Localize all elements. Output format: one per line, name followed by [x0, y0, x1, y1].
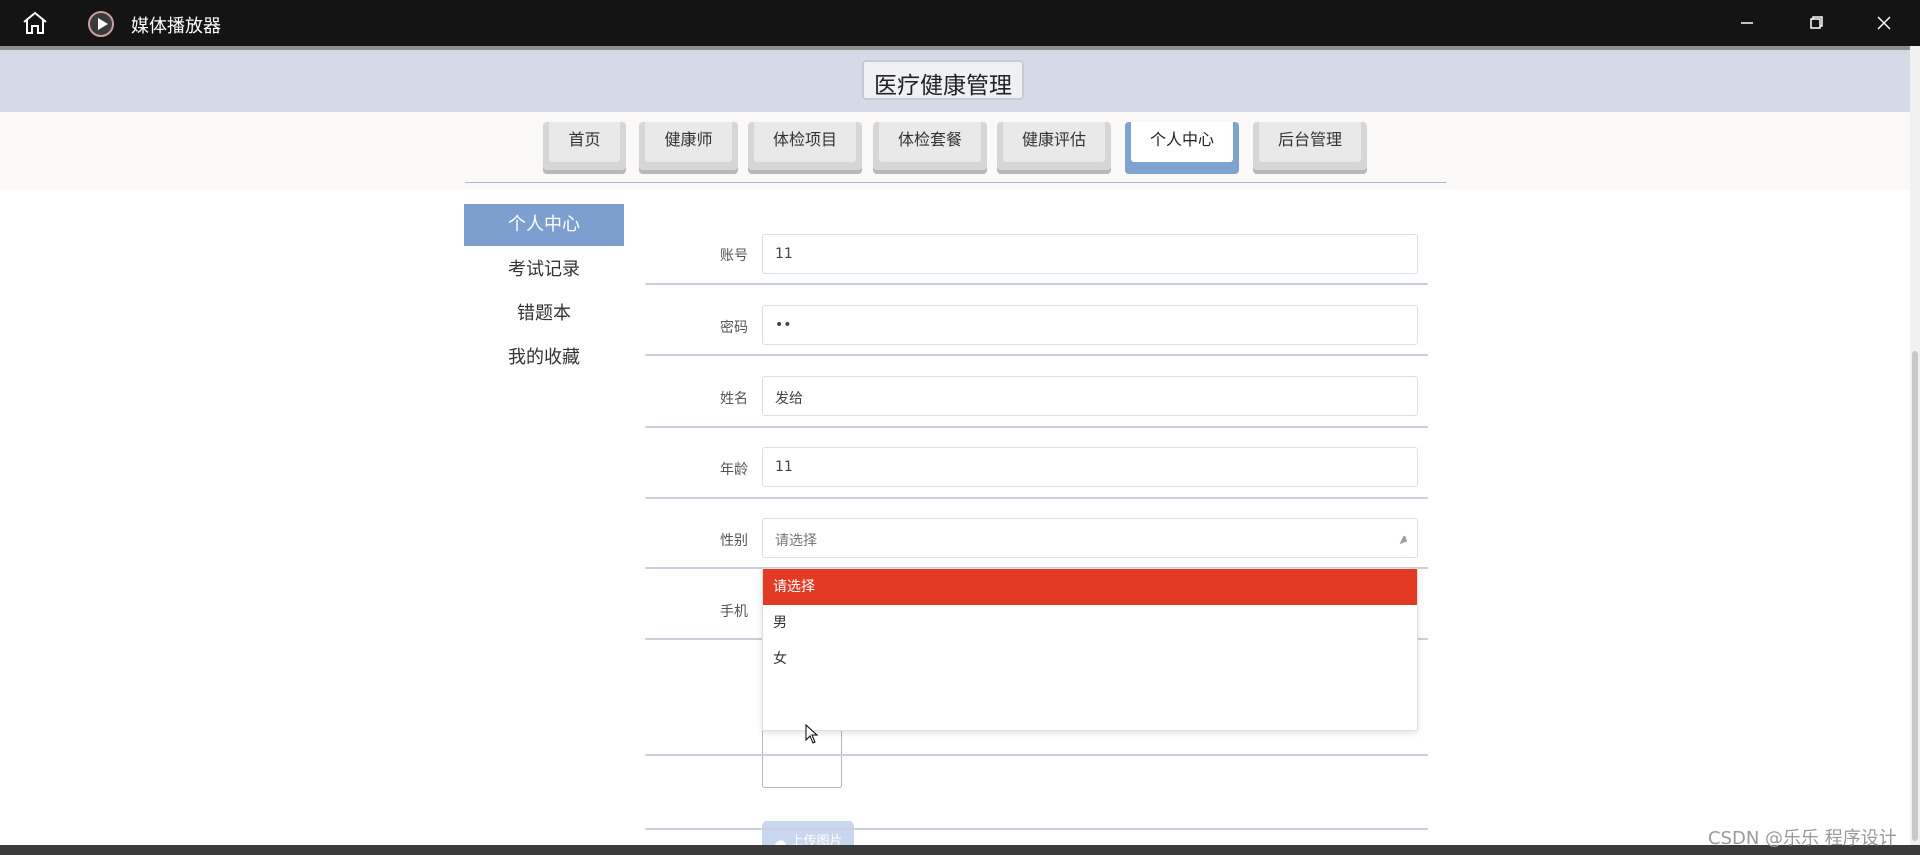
password-field[interactable]: •• [762, 305, 1418, 345]
tab-checkup-packages[interactable]: 体检套餐 [873, 122, 987, 174]
side-item-wrong-questions[interactable]: 错题本 [464, 293, 624, 335]
row-divider [645, 497, 1428, 499]
row-divider [645, 283, 1428, 285]
gender-option-male[interactable]: 男 [763, 605, 1417, 641]
name-field[interactable]: 发给 [762, 376, 1418, 416]
password-label: 密码 [720, 320, 748, 336]
age-field[interactable]: 11 [762, 447, 1418, 487]
phone-label: 手机 [720, 604, 748, 620]
gender-option-female[interactable]: 女 [763, 641, 1417, 677]
bottom-border [0, 845, 1920, 855]
side-item-personal-center[interactable]: 个人中心 [464, 204, 624, 246]
main-nav: 首页 健康师 体检项目 体检套餐 健康评估 个人中心 后台管理 [0, 112, 1910, 190]
account-label: 账号 [720, 248, 748, 264]
tab-home[interactable]: 首页 [543, 122, 626, 174]
upload-label: 上传图片 [790, 834, 843, 845]
tab-label: 体检项目 [754, 122, 856, 162]
row-divider [645, 354, 1428, 356]
tab-health-assessment[interactable]: 健康评估 [997, 122, 1111, 174]
nav-divider [465, 182, 1446, 183]
side-item-exam-records[interactable]: 考试记录 [464, 249, 624, 291]
site-header: 医疗健康管理 [0, 46, 1910, 112]
name-label: 姓名 [720, 391, 748, 407]
tab-label: 后台管理 [1259, 122, 1361, 162]
upload-image-button[interactable]: ☁ 上传图片 [762, 821, 854, 845]
side-item-favorites[interactable]: 我的收藏 [464, 337, 624, 379]
site-title: 医疗健康管理 [862, 60, 1024, 100]
window-title-bar: 媒体播放器 [0, 0, 1920, 46]
tab-health-coach[interactable]: 健康师 [639, 122, 738, 174]
media-player-icon [88, 11, 114, 37]
row-divider [645, 426, 1428, 428]
age-label: 年龄 [720, 462, 748, 478]
home-icon[interactable] [20, 10, 50, 36]
page-scrollbar[interactable] [1910, 46, 1920, 845]
tab-label: 个人中心 [1131, 122, 1233, 162]
scrollbar-thumb[interactable] [1912, 351, 1918, 841]
tab-label: 体检套餐 [879, 122, 981, 162]
tab-label: 健康师 [645, 122, 732, 162]
cloud-upload-icon: ☁ [773, 834, 787, 845]
row-divider [645, 828, 1428, 830]
restore-icon[interactable] [1796, 8, 1836, 38]
close-icon[interactable] [1864, 8, 1904, 38]
gender-label: 性别 [720, 533, 748, 549]
gender-select[interactable]: 请选择 [762, 518, 1418, 558]
account-field[interactable]: 11 [762, 234, 1418, 274]
minimize-icon[interactable] [1727, 8, 1767, 38]
gender-dropdown: 请选择 男 女 [762, 568, 1418, 731]
row-divider [645, 754, 1428, 756]
tab-checkup-items[interactable]: 体检项目 [748, 122, 862, 174]
gender-option-placeholder[interactable]: 请选择 [763, 569, 1417, 605]
mouse-cursor-icon [805, 724, 819, 744]
web-page: 医疗健康管理 首页 健康师 体检项目 体检套餐 健康评估 个人中心 后台管理 个… [0, 46, 1910, 845]
tab-label: 健康评估 [1003, 122, 1105, 162]
tab-label: 首页 [549, 122, 620, 162]
watermark: CSDN @乐乐 程序设计 [1708, 828, 1897, 849]
app-title: 媒体播放器 [131, 16, 221, 37]
tab-personal-center[interactable]: 个人中心 [1125, 122, 1239, 174]
tab-admin[interactable]: 后台管理 [1253, 122, 1367, 174]
